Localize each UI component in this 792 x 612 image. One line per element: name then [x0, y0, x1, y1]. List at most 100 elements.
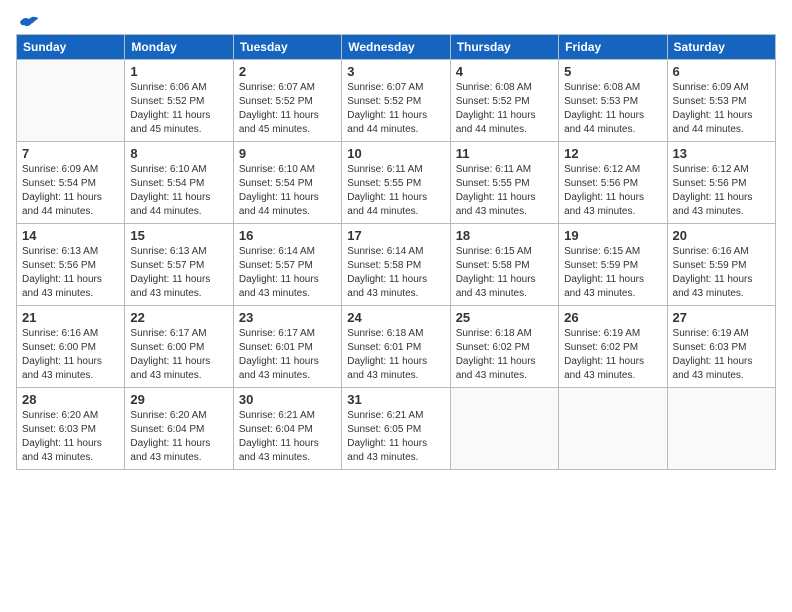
day-info: Sunrise: 6:18 AM Sunset: 6:01 PM Dayligh…	[347, 327, 444, 383]
day-number: 18	[456, 228, 553, 243]
calendar-cell: 29Sunrise: 6:20 AM Sunset: 6:04 PM Dayli…	[125, 388, 233, 470]
day-info: Sunrise: 6:06 AM Sunset: 5:52 PM Dayligh…	[130, 81, 227, 137]
day-number: 24	[347, 310, 444, 325]
logo	[16, 16, 40, 26]
calendar-cell	[559, 388, 667, 470]
day-number: 8	[130, 146, 227, 161]
day-info: Sunrise: 6:16 AM Sunset: 5:59 PM Dayligh…	[673, 245, 770, 301]
day-info: Sunrise: 6:17 AM Sunset: 6:00 PM Dayligh…	[130, 327, 227, 383]
calendar-col-header: Monday	[125, 35, 233, 60]
calendar-cell: 18 Sunrise: 6:15 AM Sunset: 5:58 PM Dayli…	[450, 224, 558, 306]
calendar-col-header: Thursday	[450, 35, 558, 60]
calendar-cell: 11Sunrise: 6:11 AM Sunset: 5:55 PM Dayli…	[450, 142, 558, 224]
calendar-cell: 24 Sunrise: 6:18 AM Sunset: 6:01 PM Dayli…	[342, 306, 450, 388]
calendar-cell	[667, 388, 775, 470]
day-number: 23	[239, 310, 336, 325]
calendar-cell: 30 Sunrise: 6:21 AM Sunset: 6:04 PM Dayli…	[233, 388, 341, 470]
day-number: 29	[130, 392, 227, 407]
day-number: 30	[239, 392, 336, 407]
logo-bird-icon	[18, 14, 40, 30]
day-info: Sunrise: 6:12 AM Sunset: 5:56 PM Dayligh…	[564, 163, 661, 219]
day-info: Sunrise: 6:12 AM Sunset: 5:56 PM Dayligh…	[673, 163, 770, 219]
calendar-cell: 17 Sunrise: 6:14 AM Sunset: 5:58 PM Dayli…	[342, 224, 450, 306]
day-info: Sunrise: 6:15 AM Sunset: 5:58 PM Dayligh…	[456, 245, 553, 301]
day-info: Sunrise: 6:20 AM Sunset: 6:03 PM Dayligh…	[22, 409, 119, 465]
calendar-cell: 2 Sunrise: 6:07 AM Sunset: 5:52 PM Daylig…	[233, 60, 341, 142]
calendar-cell: 20 Sunrise: 6:16 AM Sunset: 5:59 PM Dayli…	[667, 224, 775, 306]
day-number: 21	[22, 310, 119, 325]
day-number: 19	[564, 228, 661, 243]
calendar-cell	[17, 60, 125, 142]
day-number: 31	[347, 392, 444, 407]
calendar-cell: 19 Sunrise: 6:15 AM Sunset: 5:59 PM Dayli…	[559, 224, 667, 306]
day-number: 22	[130, 310, 227, 325]
calendar-week-row: 7 Sunrise: 6:09 AM Sunset: 5:54 PM Daylig…	[17, 142, 776, 224]
day-number: 20	[673, 228, 770, 243]
calendar-cell: 14 Sunrise: 6:13 AM Sunset: 5:56 PM Dayli…	[17, 224, 125, 306]
calendar-cell: 28Sunrise: 6:20 AM Sunset: 6:03 PM Dayli…	[17, 388, 125, 470]
day-number: 2	[239, 64, 336, 79]
day-info: Sunrise: 6:10 AM Sunset: 5:54 PM Dayligh…	[130, 163, 227, 219]
calendar-cell: 12 Sunrise: 6:12 AM Sunset: 5:56 PM Dayli…	[559, 142, 667, 224]
calendar-cell: 9 Sunrise: 6:10 AM Sunset: 5:54 PM Daylig…	[233, 142, 341, 224]
calendar-cell: 22 Sunrise: 6:17 AM Sunset: 6:00 PM Dayli…	[125, 306, 233, 388]
day-info: Sunrise: 6:13 AM Sunset: 5:57 PM Dayligh…	[130, 245, 227, 301]
day-info: Sunrise: 6:08 AM Sunset: 5:53 PM Dayligh…	[564, 81, 661, 137]
calendar-cell: 31 Sunrise: 6:21 AM Sunset: 6:05 PM Dayli…	[342, 388, 450, 470]
day-info: Sunrise: 6:10 AM Sunset: 5:54 PM Dayligh…	[239, 163, 336, 219]
calendar-cell: 1Sunrise: 6:06 AM Sunset: 5:52 PM Daylig…	[125, 60, 233, 142]
day-number: 9	[239, 146, 336, 161]
day-number: 4	[456, 64, 553, 79]
day-number: 16	[239, 228, 336, 243]
day-info: Sunrise: 6:14 AM Sunset: 5:57 PM Dayligh…	[239, 245, 336, 301]
calendar-cell: 8 Sunrise: 6:10 AM Sunset: 5:54 PM Daylig…	[125, 142, 233, 224]
day-number: 7	[22, 146, 119, 161]
day-number: 17	[347, 228, 444, 243]
day-info: Sunrise: 6:08 AM Sunset: 5:52 PM Dayligh…	[456, 81, 553, 137]
day-number: 6	[673, 64, 770, 79]
calendar-header-row: SundayMondayTuesdayWednesdayThursdayFrid…	[17, 35, 776, 60]
day-number: 26	[564, 310, 661, 325]
calendar-cell: 7 Sunrise: 6:09 AM Sunset: 5:54 PM Daylig…	[17, 142, 125, 224]
day-number: 14	[22, 228, 119, 243]
calendar-cell: 4 Sunrise: 6:08 AM Sunset: 5:52 PM Daylig…	[450, 60, 558, 142]
day-info: Sunrise: 6:16 AM Sunset: 6:00 PM Dayligh…	[22, 327, 119, 383]
calendar-cell: 23 Sunrise: 6:17 AM Sunset: 6:01 PM Dayli…	[233, 306, 341, 388]
calendar-cell: 16 Sunrise: 6:14 AM Sunset: 5:57 PM Dayli…	[233, 224, 341, 306]
day-number: 10	[347, 146, 444, 161]
calendar-week-row: 14 Sunrise: 6:13 AM Sunset: 5:56 PM Dayli…	[17, 224, 776, 306]
calendar-cell: 10 Sunrise: 6:11 AM Sunset: 5:55 PM Dayli…	[342, 142, 450, 224]
page-header	[16, 16, 776, 26]
calendar-table: SundayMondayTuesdayWednesdayThursdayFrid…	[16, 34, 776, 470]
day-number: 5	[564, 64, 661, 79]
calendar-week-row: 21 Sunrise: 6:16 AM Sunset: 6:00 PM Dayli…	[17, 306, 776, 388]
day-info: Sunrise: 6:17 AM Sunset: 6:01 PM Dayligh…	[239, 327, 336, 383]
day-info: Sunrise: 6:11 AM Sunset: 5:55 PM Dayligh…	[347, 163, 444, 219]
calendar-cell: 21 Sunrise: 6:16 AM Sunset: 6:00 PM Dayli…	[17, 306, 125, 388]
calendar-col-header: Saturday	[667, 35, 775, 60]
calendar-week-row: 28Sunrise: 6:20 AM Sunset: 6:03 PM Dayli…	[17, 388, 776, 470]
day-number: 3	[347, 64, 444, 79]
day-info: Sunrise: 6:15 AM Sunset: 5:59 PM Dayligh…	[564, 245, 661, 301]
day-info: Sunrise: 6:14 AM Sunset: 5:58 PM Dayligh…	[347, 245, 444, 301]
day-number: 13	[673, 146, 770, 161]
calendar-cell: 15 Sunrise: 6:13 AM Sunset: 5:57 PM Dayli…	[125, 224, 233, 306]
calendar-cell: 13 Sunrise: 6:12 AM Sunset: 5:56 PM Dayli…	[667, 142, 775, 224]
day-info: Sunrise: 6:07 AM Sunset: 5:52 PM Dayligh…	[347, 81, 444, 137]
day-info: Sunrise: 6:09 AM Sunset: 5:53 PM Dayligh…	[673, 81, 770, 137]
day-info: Sunrise: 6:21 AM Sunset: 6:05 PM Dayligh…	[347, 409, 444, 465]
day-info: Sunrise: 6:13 AM Sunset: 5:56 PM Dayligh…	[22, 245, 119, 301]
day-number: 15	[130, 228, 227, 243]
day-number: 25	[456, 310, 553, 325]
day-info: Sunrise: 6:09 AM Sunset: 5:54 PM Dayligh…	[22, 163, 119, 219]
calendar-cell: 6 Sunrise: 6:09 AM Sunset: 5:53 PM Daylig…	[667, 60, 775, 142]
day-info: Sunrise: 6:18 AM Sunset: 6:02 PM Dayligh…	[456, 327, 553, 383]
day-number: 12	[564, 146, 661, 161]
day-info: Sunrise: 6:21 AM Sunset: 6:04 PM Dayligh…	[239, 409, 336, 465]
day-info: Sunrise: 6:07 AM Sunset: 5:52 PM Dayligh…	[239, 81, 336, 137]
calendar-col-header: Sunday	[17, 35, 125, 60]
calendar-cell: 3 Sunrise: 6:07 AM Sunset: 5:52 PM Daylig…	[342, 60, 450, 142]
calendar-cell: 27Sunrise: 6:19 AM Sunset: 6:03 PM Dayli…	[667, 306, 775, 388]
calendar-cell: 26Sunrise: 6:19 AM Sunset: 6:02 PM Dayli…	[559, 306, 667, 388]
calendar-cell: 5 Sunrise: 6:08 AM Sunset: 5:53 PM Daylig…	[559, 60, 667, 142]
